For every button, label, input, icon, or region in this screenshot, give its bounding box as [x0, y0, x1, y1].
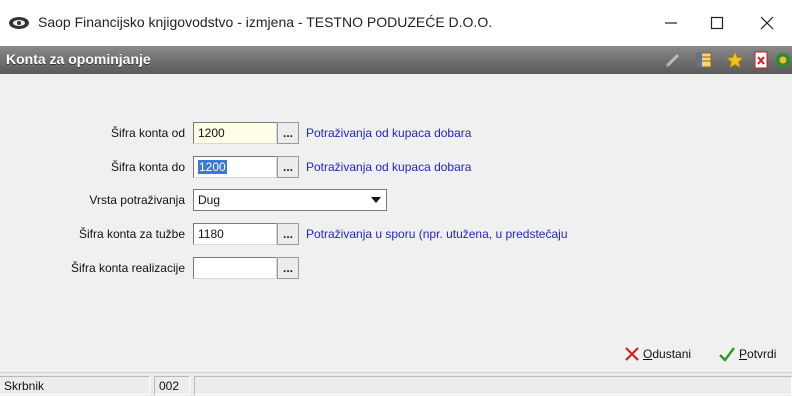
close-icon [760, 16, 774, 30]
konto-do-selected-value: 1200 [198, 160, 227, 174]
konto-tuzbe-input[interactable]: 1180 [193, 223, 277, 245]
delete-document-icon[interactable] [752, 51, 770, 69]
favorite-star-icon[interactable] [726, 51, 744, 69]
konto-realizacije-input[interactable] [193, 257, 277, 279]
cancel-button[interactable]: Odustani [624, 342, 691, 366]
close-window-button[interactable] [744, 0, 790, 46]
exit-icon[interactable] [774, 51, 792, 69]
konto-od-browse-button[interactable]: ... [277, 122, 299, 144]
konto-tuzbe-browse-button[interactable]: ... [277, 223, 299, 245]
maximize-icon [710, 16, 724, 30]
maximize-button[interactable] [694, 0, 740, 46]
minimize-button[interactable] [648, 0, 694, 46]
konto-od-label: Šifra konta od [110, 126, 185, 140]
status-bar: Skrbnik 002 [0, 372, 792, 396]
konto-tuzbe-label: Šifra konta za tužbe [78, 227, 185, 241]
status-code: 002 [154, 376, 190, 395]
konto-do-browse-button[interactable]: ... [277, 156, 299, 178]
cancel-x-icon [625, 347, 639, 361]
konto-od-description: Potraživanja od kupaca dobara [306, 126, 472, 140]
columns-icon[interactable] [695, 51, 713, 69]
vrsta-potrazivanja-value: Dug [198, 193, 221, 207]
confirm-label: Potvrdi [739, 347, 777, 361]
form-content: Šifra konta od 1200 ... Potraživanja od … [0, 74, 792, 336]
status-message [194, 376, 792, 395]
konto-tuzbe-description: Potraživanja u sporu (npr. utužena, u pr… [306, 227, 568, 241]
window-title: Saop Financijsko knjigovodstvo - izmjena… [38, 14, 493, 30]
konto-realizacije-browse-button[interactable]: ... [277, 257, 299, 279]
minimize-icon [665, 22, 677, 24]
form-title: Konta za opominjanje [6, 51, 151, 67]
konto-od-input[interactable]: 1200 [193, 122, 277, 144]
konto-realizacije-label: Šifra konta realizacije [70, 261, 185, 275]
cancel-label: Odustani [643, 347, 692, 361]
konto-do-label: Šifra konta do [110, 160, 185, 174]
edit-icon[interactable] [664, 51, 682, 69]
form-header-bar: Konta za opominjanje [0, 46, 792, 74]
status-user: Skrbnik [0, 376, 150, 395]
confirm-button[interactable]: Potvrdi [718, 342, 776, 366]
dropdown-arrow-icon[interactable] [367, 191, 385, 209]
konto-do-input[interactable]: 1200 [193, 156, 277, 178]
konto-do-description: Potraživanja od kupaca dobara [306, 160, 472, 174]
app-eye-icon [9, 17, 29, 29]
window-titlebar: Saop Financijsko knjigovodstvo - izmjena… [0, 0, 792, 46]
confirm-check-icon [719, 347, 735, 362]
vrsta-potrazivanja-select[interactable]: Dug [193, 189, 387, 211]
action-bar: Odustani Potvrdi [0, 342, 792, 366]
vrsta-potrazivanja-label: Vrsta potraživanja [89, 193, 185, 207]
